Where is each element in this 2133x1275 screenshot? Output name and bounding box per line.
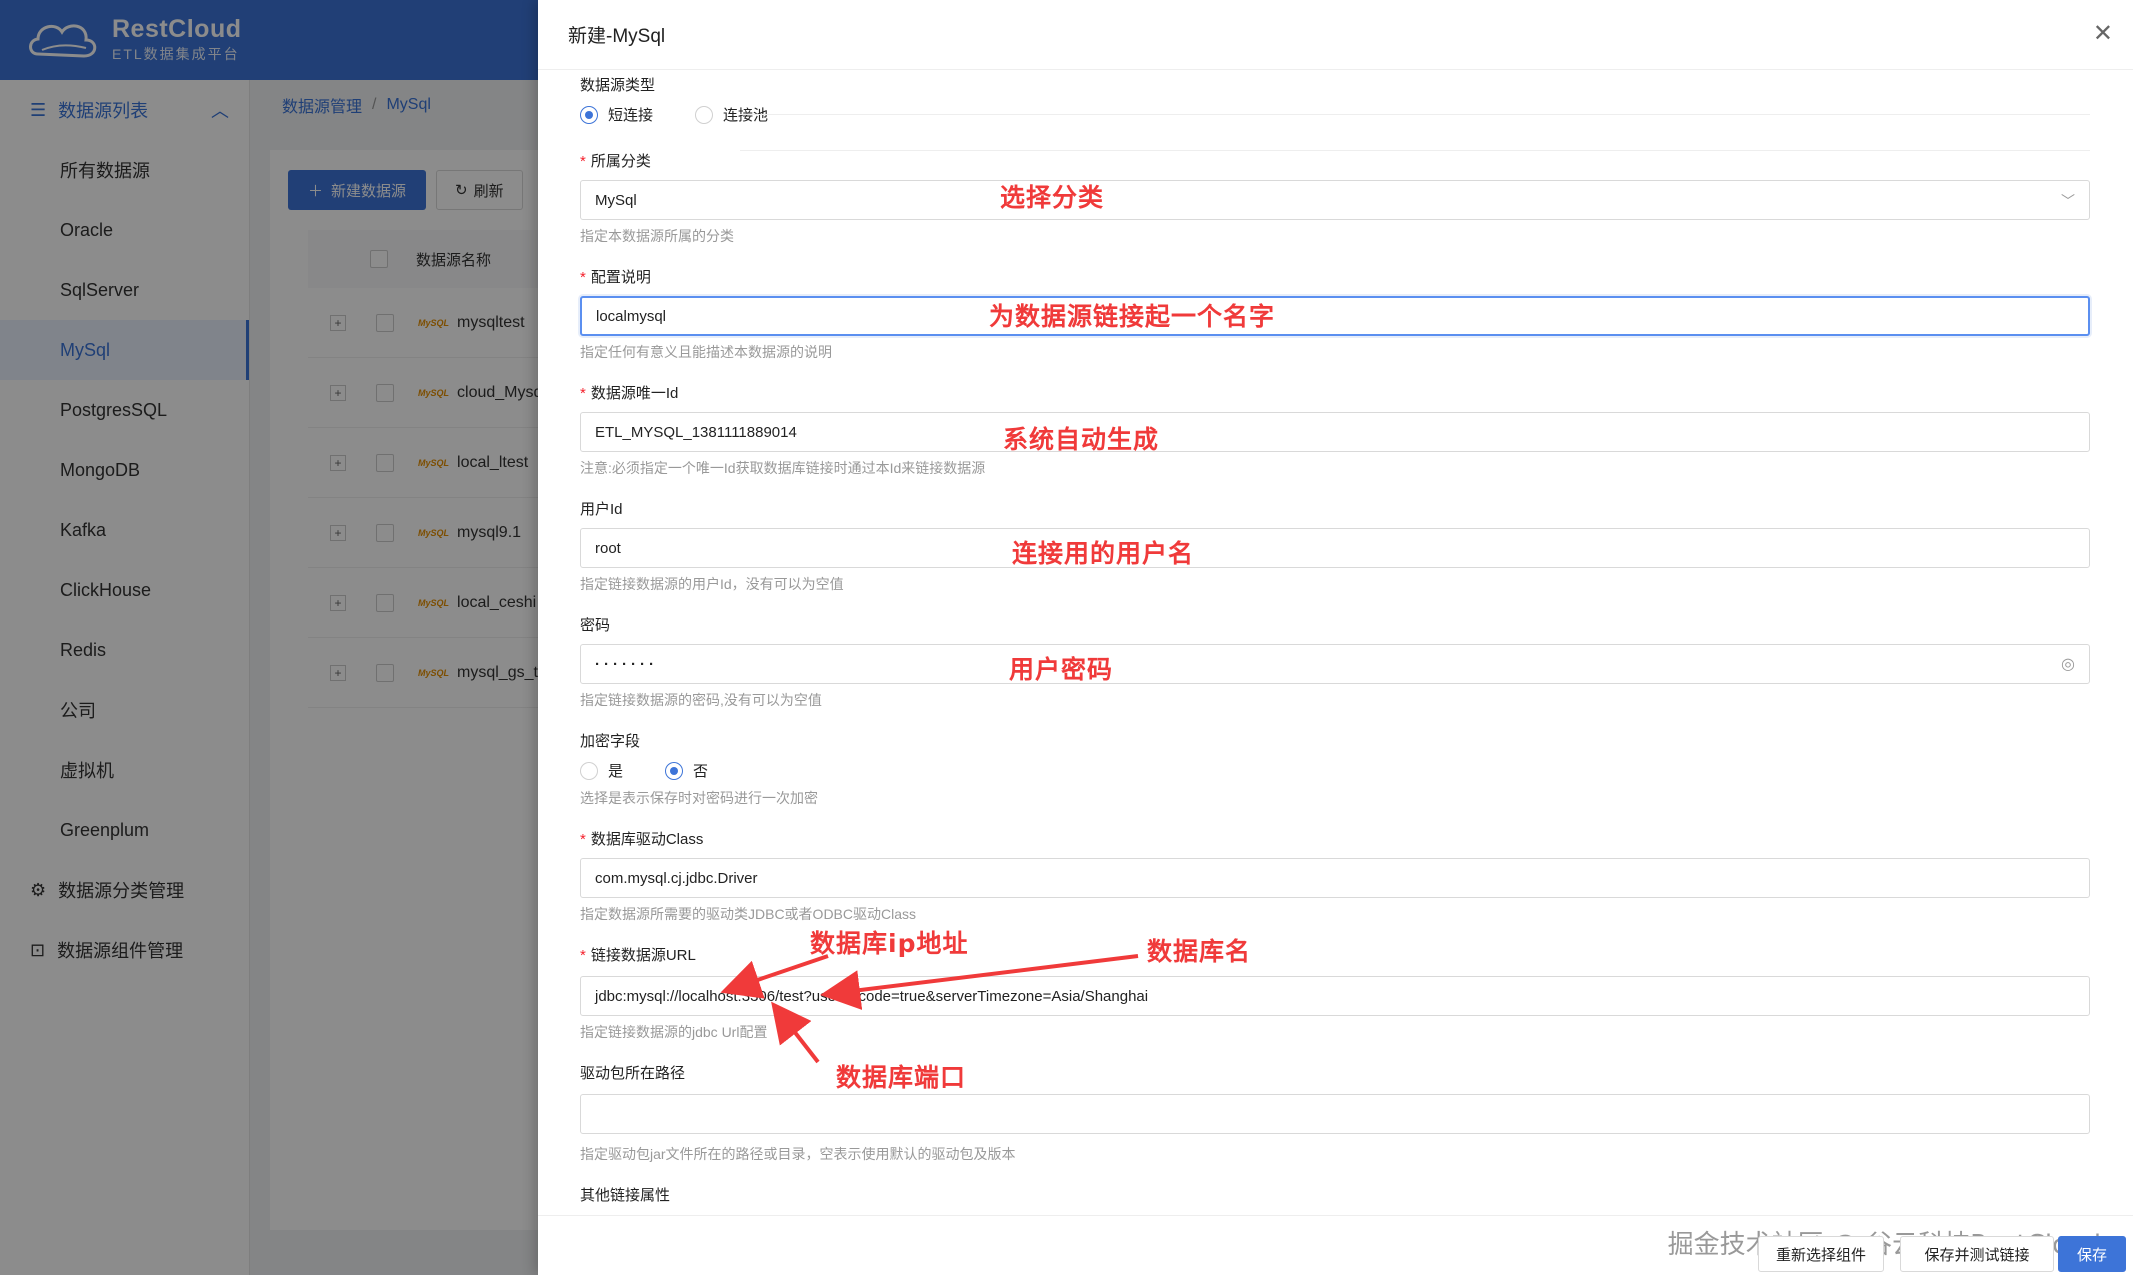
- user-id-help: 指定链接数据源的用户Id，没有可以为空值: [580, 576, 844, 592]
- url-input[interactable]: jdbc:mysql://localhost:3306/test?useUnic…: [580, 976, 2090, 1016]
- annotation-password: 用户密码: [1009, 655, 1114, 684]
- url-label: * 链接数据源URL: [580, 947, 696, 964]
- annotation-db-port: 数据库端口: [836, 1063, 967, 1092]
- radio-unchecked[interactable]: [695, 105, 714, 124]
- driver-path-label: 驱动包所在路径: [580, 1065, 686, 1082]
- category-select[interactable]: MySql ﹀: [580, 180, 2090, 220]
- driver-class-help: 指定数据源所需要的驱动类JDBC或者ODBC驱动Class: [580, 906, 917, 922]
- driver-path-help: 指定驱动包jar文件所在的路径或目录，空表示使用默认的驱动包及版本: [580, 1146, 1016, 1162]
- annotation-category: 选择分类: [1000, 183, 1105, 212]
- radio-unchecked[interactable]: [580, 761, 598, 780]
- annotation-user-id: 连接用的用户名: [1012, 539, 1195, 568]
- user-id-input[interactable]: root: [580, 528, 2090, 568]
- encrypt-yes[interactable]: 是: [580, 760, 623, 781]
- close-icon[interactable]: ✕: [2093, 22, 2113, 46]
- description-label: * 配置说明: [580, 269, 651, 286]
- user-id-label: 用户Id: [580, 501, 623, 518]
- password-value: ·······: [595, 655, 658, 673]
- encrypt-radio-group: 是 否: [580, 760, 740, 781]
- password-label: 密码: [580, 617, 611, 634]
- radio-checked[interactable]: [665, 761, 684, 780]
- chevron-down-icon: ﹀: [2061, 193, 2075, 209]
- user-id-value: root: [595, 539, 621, 557]
- eye-off-icon[interactable]: ◎: [2061, 654, 2075, 674]
- divider: [740, 114, 2090, 115]
- driver-class-input[interactable]: com.mysql.cj.jdbc.Driver: [580, 858, 2090, 898]
- unique-id-value: ETL_MYSQL_1381111889014: [595, 423, 797, 441]
- source-type-label: 数据源类型: [580, 77, 656, 94]
- category-label: * 所属分类: [580, 153, 651, 170]
- drawer-header: 新建-MySql: [538, 0, 2133, 70]
- password-help: 指定链接数据源的密码,没有可以为空值: [580, 692, 822, 708]
- annotation-db-name: 数据库名: [1147, 937, 1252, 966]
- unique-id-input[interactable]: ETL_MYSQL_1381111889014: [580, 412, 2090, 452]
- radio-checked[interactable]: [580, 105, 598, 124]
- annotation-unique-id: 系统自动生成: [1003, 425, 1160, 454]
- category-help: 指定本数据源所属的分类: [580, 228, 734, 244]
- modal-overlay[interactable]: [0, 0, 540, 1275]
- unique-id-help: 注意:必须指定一个唯一Id获取数据库链接时通过本Id来链接数据源: [580, 460, 986, 476]
- encrypt-label: 加密字段: [580, 733, 641, 750]
- driver-path-textarea[interactable]: [580, 1094, 2090, 1134]
- save-and-test-button[interactable]: 保存并测试链接: [1900, 1236, 2054, 1272]
- annotation-db-ip: 数据库ip地址: [810, 929, 969, 958]
- drawer-footer: 掘金技术社区 @ 谷云科技RestCloud 重新选择组件 保存并测试链接 保存: [538, 1215, 2133, 1275]
- encrypt-no[interactable]: 否: [665, 760, 708, 781]
- drawer-title: 新建-MySql: [568, 26, 666, 47]
- divider: [740, 150, 2090, 151]
- source-type-short[interactable]: 短连接: [580, 104, 653, 125]
- other-props-label: 其他链接属性: [580, 1187, 671, 1204]
- reselect-component-button[interactable]: 重新选择组件: [1758, 1236, 1884, 1272]
- description-help: 指定任何有意义且能描述本数据源的说明: [580, 344, 832, 360]
- url-value: jdbc:mysql://localhost:3306/test?useUnic…: [595, 987, 1149, 1005]
- new-datasource-drawer: 新建-MySql ✕ 数据源类型 短连接 连接池 * 所属分类 MySql ﹀ 指…: [538, 0, 2133, 1275]
- url-help: 指定链接数据源的jdbc Url配置: [580, 1024, 768, 1040]
- annotation-description: 为数据源链接起一个名字: [989, 302, 1276, 331]
- radio-label: 短连接: [608, 107, 654, 124]
- encrypt-help: 选择是表示保存时对密码进行一次加密: [580, 790, 818, 806]
- radio-label: 否: [693, 763, 709, 780]
- password-input[interactable]: ······· ◎: [580, 644, 2090, 684]
- description-input[interactable]: localmysql: [580, 296, 2090, 336]
- save-button[interactable]: 保存: [2058, 1236, 2126, 1272]
- unique-id-label: * 数据源唯一Id: [580, 385, 679, 402]
- radio-label: 是: [608, 763, 624, 780]
- description-value: localmysql: [596, 307, 667, 325]
- driver-class-label: * 数据库驱动Class: [580, 831, 704, 848]
- driver-class-value: com.mysql.cj.jdbc.Driver: [595, 869, 758, 887]
- category-value: MySql: [595, 191, 637, 209]
- arrow-port: [771, 1001, 820, 1064]
